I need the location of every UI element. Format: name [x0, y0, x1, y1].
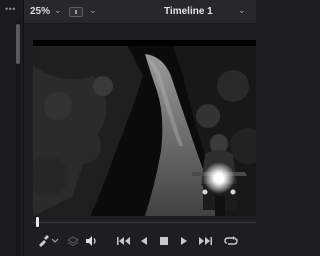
zoom-chevron-down-icon[interactable]: ⌄ [54, 5, 62, 16]
eyedropper-icon[interactable] [36, 233, 50, 249]
scrubber-track[interactable] [32, 222, 256, 223]
stop-icon[interactable] [158, 233, 170, 249]
volume-icon[interactable] [84, 233, 100, 249]
scrubber-bar[interactable] [24, 216, 256, 228]
viewer-mode-button[interactable] [69, 7, 83, 17]
viewer-area [24, 24, 256, 236]
zoom-level[interactable]: 25% [30, 6, 50, 17]
playhead[interactable] [36, 217, 39, 227]
layers-icon[interactable] [66, 233, 80, 249]
video-frame-image [33, 46, 256, 222]
video-frame[interactable] [33, 40, 256, 236]
timeline-chevron-down-icon[interactable]: ⌄ [238, 5, 246, 16]
more-dots-icon[interactable]: ••• [5, 5, 16, 14]
left-scrollbar[interactable] [16, 20, 20, 256]
loop-icon[interactable] [224, 233, 238, 249]
play-reverse-icon[interactable] [138, 233, 150, 249]
viewer-toolbar: 25% ⌄ ⌄ Timeline 1 ⌄ [24, 0, 256, 24]
jump-to-end-icon[interactable] [198, 233, 212, 249]
viewer-mode-chevron-down-icon[interactable]: ⌄ [89, 5, 97, 16]
left-panel-strip: ••• [0, 0, 24, 256]
play-icon[interactable] [178, 233, 190, 249]
left-scrollbar-thumb[interactable] [16, 24, 20, 64]
chevron-down-icon[interactable] [51, 233, 59, 249]
timeline-title[interactable]: Timeline 1 [164, 6, 213, 17]
jump-to-start-icon[interactable] [117, 233, 131, 249]
viewer-mode-icon [75, 10, 77, 14]
transport-controls [24, 228, 256, 256]
